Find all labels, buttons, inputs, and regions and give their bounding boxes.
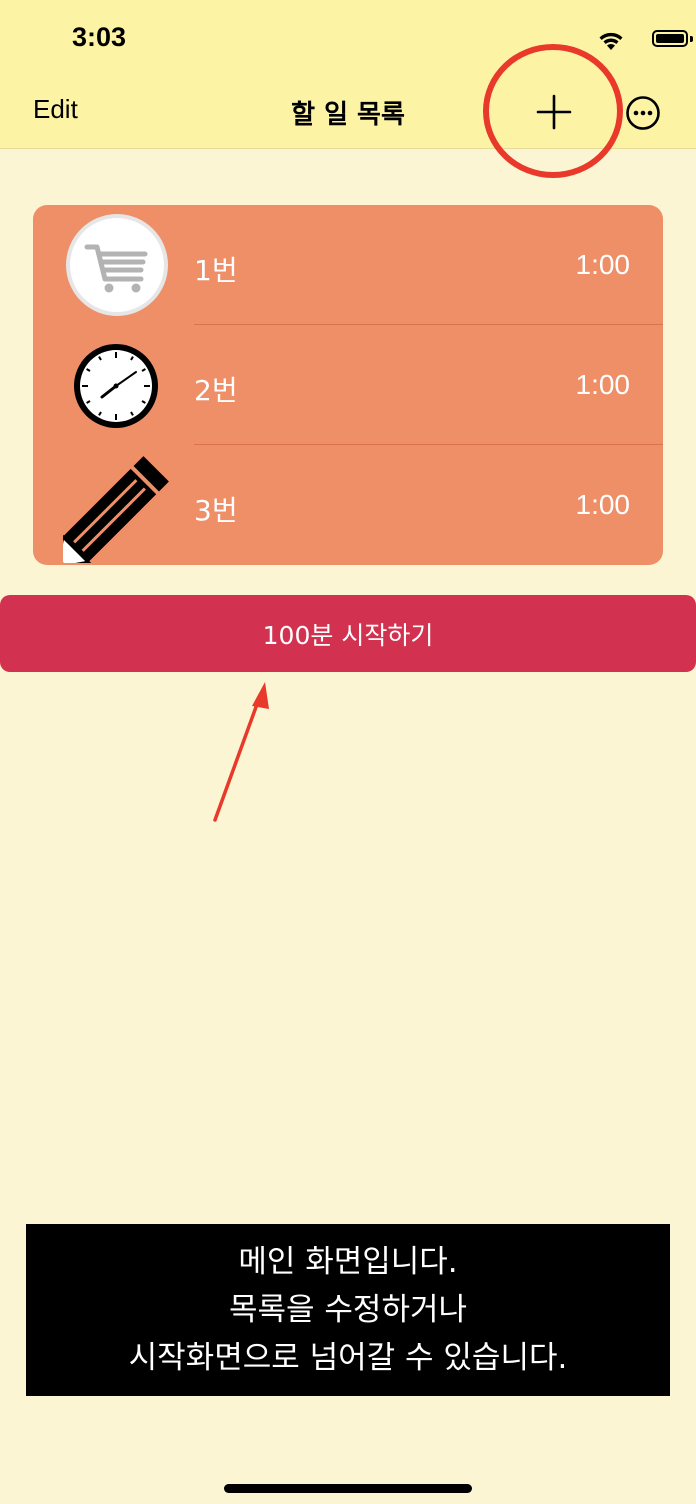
- list-item[interactable]: 1번 1:00: [33, 205, 663, 325]
- status-time: 3:03: [72, 22, 127, 52]
- list-item-label: 1번: [194, 254, 238, 287]
- caption-line: 메인 화면입니다.: [238, 1244, 458, 1280]
- shopping-cart-icon: [66, 214, 168, 316]
- annotation-arrow: [213, 682, 269, 822]
- ellipsis-circle-icon[interactable]: [625, 95, 661, 131]
- home-indicator[interactable]: [224, 1484, 472, 1493]
- list-item-duration: 1:00: [575, 249, 631, 280]
- caption-line: 시작화면으로 넘어갈 수 있습니다.: [128, 1340, 568, 1376]
- list-item-duration: 1:00: [575, 369, 631, 400]
- list-item-label: 3번: [194, 494, 238, 527]
- todo-list: 1번 1:00 2번 1:00 3번 1:00: [33, 205, 663, 565]
- pencil-icon: [63, 456, 169, 563]
- list-item[interactable]: 2번 1:00: [33, 325, 663, 445]
- annotation-circle: [483, 44, 623, 178]
- battery-icon: [652, 30, 688, 47]
- wifi-icon: [599, 32, 623, 50]
- start-button[interactable]: 100분 시작하기: [0, 595, 696, 672]
- caption-box: 메인 화면입니다. 목록을 수정하거나 시작화면으로 넘어갈 수 있습니다.: [26, 1224, 670, 1396]
- list-item-label: 2번: [194, 374, 238, 407]
- list-item-duration: 1:00: [575, 489, 631, 520]
- caption-line: 목록을 수정하거나: [228, 1292, 467, 1328]
- list-item[interactable]: 3번 1:00: [33, 445, 663, 565]
- clock-icon: [74, 344, 158, 428]
